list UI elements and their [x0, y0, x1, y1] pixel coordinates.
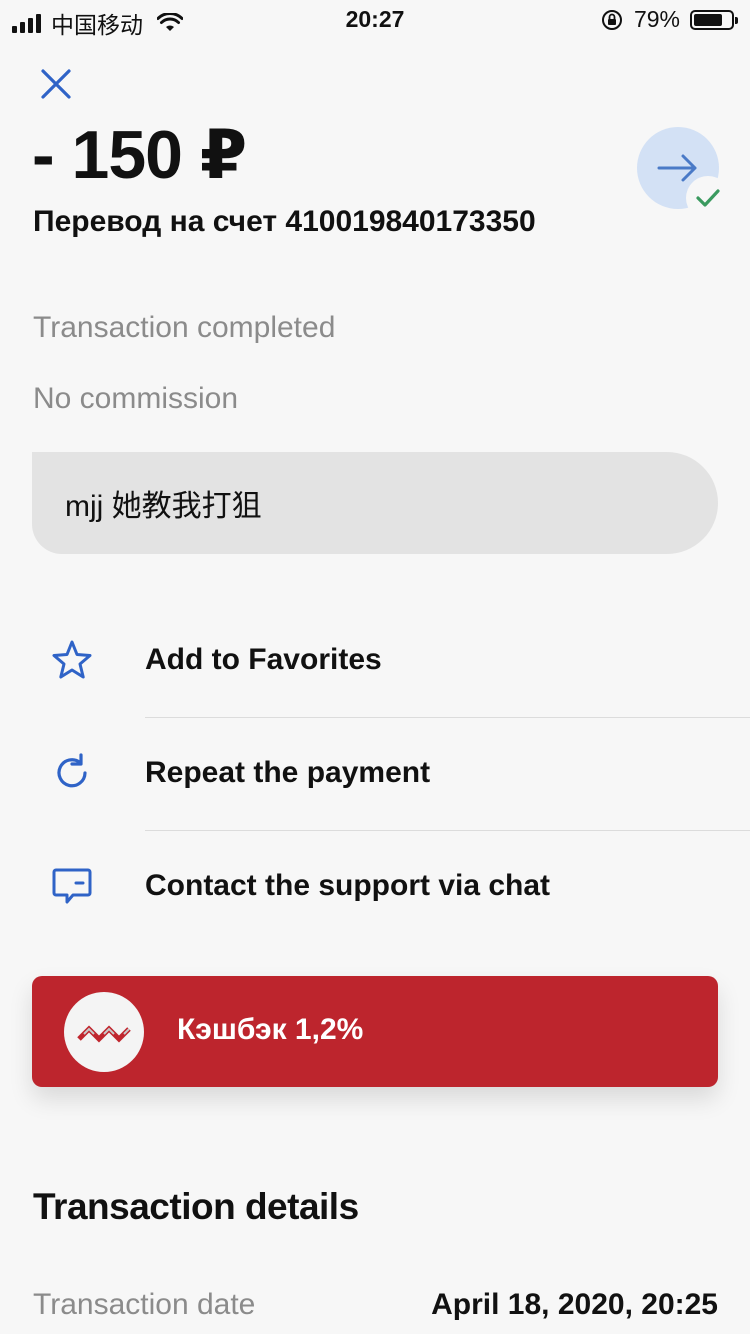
- status-bar: 中国移动 20:27 79%: [0, 0, 750, 40]
- cashback-banner[interactable]: Кэшбэк 1,2%: [32, 976, 718, 1087]
- add-to-favorites-label: Add to Favorites: [145, 643, 382, 676]
- repeat-payment-label: Repeat the payment: [145, 756, 431, 789]
- bank-logo: [64, 992, 144, 1072]
- refresh-icon: [57, 753, 87, 788]
- cashback-label: Кэшбэк 1,2%: [177, 1013, 364, 1046]
- close-icon: [41, 69, 71, 99]
- transaction-status: Transaction completed: [33, 311, 336, 344]
- commission-info: No commission: [33, 382, 239, 415]
- contact-support-label: Contact the support via chat: [145, 869, 551, 902]
- detail-row-date: Transaction date April 18, 2020, 20:25: [33, 1288, 718, 1322]
- chat-icon: [52, 868, 92, 904]
- star-icon: [52, 640, 92, 679]
- transaction-details-title: Transaction details: [33, 1186, 359, 1227]
- comment-text: mjj 她教我打狙: [65, 490, 262, 523]
- add-to-favorites-button[interactable]: Add to Favorites: [0, 606, 750, 718]
- divider: [145, 830, 750, 831]
- battery-icon: [690, 9, 738, 30]
- close-button[interactable]: [38, 66, 74, 102]
- rotation-lock-icon: [601, 9, 622, 30]
- repeat-payment-button[interactable]: Repeat the payment: [0, 719, 750, 831]
- transfer-title: Перевод на счет 410019840173350: [33, 205, 536, 238]
- success-badge: [686, 176, 730, 220]
- detail-label: Transaction date: [33, 1288, 256, 1321]
- battery-level: [694, 13, 723, 26]
- contact-support-button[interactable]: Contact the support via chat: [0, 832, 750, 944]
- bank-logo-icon: [77, 1025, 131, 1043]
- payment-comment: mjj 她教我打狙: [32, 452, 718, 554]
- divider: [145, 717, 750, 718]
- check-icon: [696, 189, 720, 207]
- battery-percent: 79%: [633, 6, 680, 32]
- status-bar-right: 79%: [600, 6, 738, 33]
- detail-value: April 18, 2020, 20:25: [431, 1288, 718, 1321]
- transaction-amount: - 150 ₽: [32, 117, 247, 193]
